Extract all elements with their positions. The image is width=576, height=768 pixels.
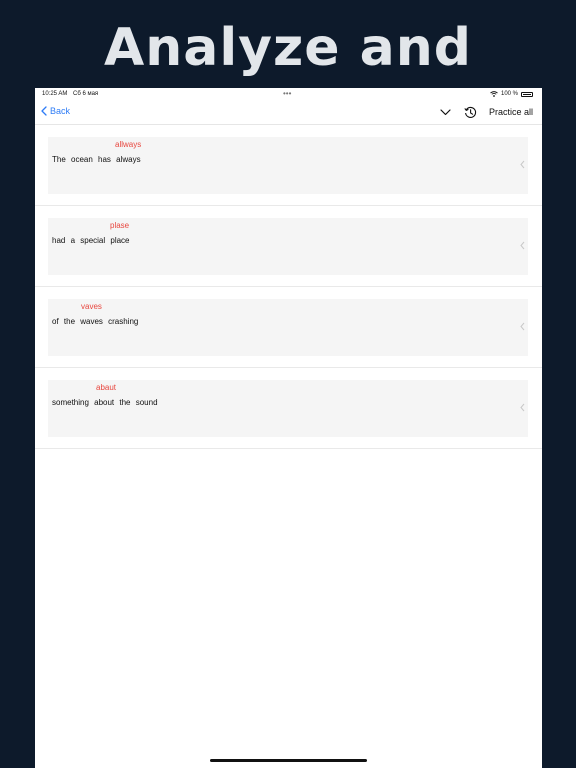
phrase-card[interactable]: allways The ocean has always [48,137,528,194]
home-indicator[interactable] [210,759,367,762]
battery-icon [521,91,533,97]
chevron-left-icon [41,106,47,116]
phrase-sentence: of the waves crashing [52,317,139,326]
phrase-sentence: had a special place [52,236,130,245]
practice-all-button[interactable]: Practice all [489,107,533,117]
chevron-left-icon [520,322,525,331]
correction-word: vaves [81,302,102,311]
list-item: vaves of the waves crashing [35,287,542,368]
chevron-left-icon [520,241,525,250]
phrase-list: allways The ocean has always plase had a… [35,125,542,449]
phrase-card[interactable]: plase had a special place [48,218,528,275]
back-label: Back [50,106,71,116]
history-icon[interactable] [464,105,478,119]
correction-word: allways [115,140,142,149]
phrase-sentence: The ocean has always [52,155,141,164]
navigation-bar: Back Practice all [35,100,542,125]
correction-word: abaut [96,383,117,392]
chevron-down-icon[interactable] [439,105,453,119]
status-time-value: 10:25 AM [42,91,68,97]
chevron-left-icon [520,160,525,169]
chevron-left-icon [520,403,525,412]
status-time: 10:25 AM Сб 6 мая [42,91,98,97]
phrase-card[interactable]: vaves of the waves crashing [48,299,528,356]
list-item: allways The ocean has always [35,125,542,206]
phrase-card[interactable]: abaut something about the sound [48,380,528,437]
battery-percent: 100 % [500,91,518,97]
list-item: plase had a special place [35,206,542,287]
status-bar: 10:25 AM Сб 6 мая ••• 100 % [35,88,542,100]
status-date: Сб 6 мая [73,91,99,97]
device-screen: 10:25 AM Сб 6 мая ••• 100 % Back Practic… [35,88,542,768]
list-item: abaut something about the sound [35,368,542,449]
correction-word: plase [110,221,130,230]
wifi-icon [490,91,498,97]
back-button[interactable]: Back [41,106,70,116]
multitasking-dots-icon[interactable]: ••• [283,89,291,98]
phrase-sentence: something about the sound [52,398,158,407]
status-right: 100 % [490,91,533,97]
nav-actions: Practice all [439,105,533,119]
